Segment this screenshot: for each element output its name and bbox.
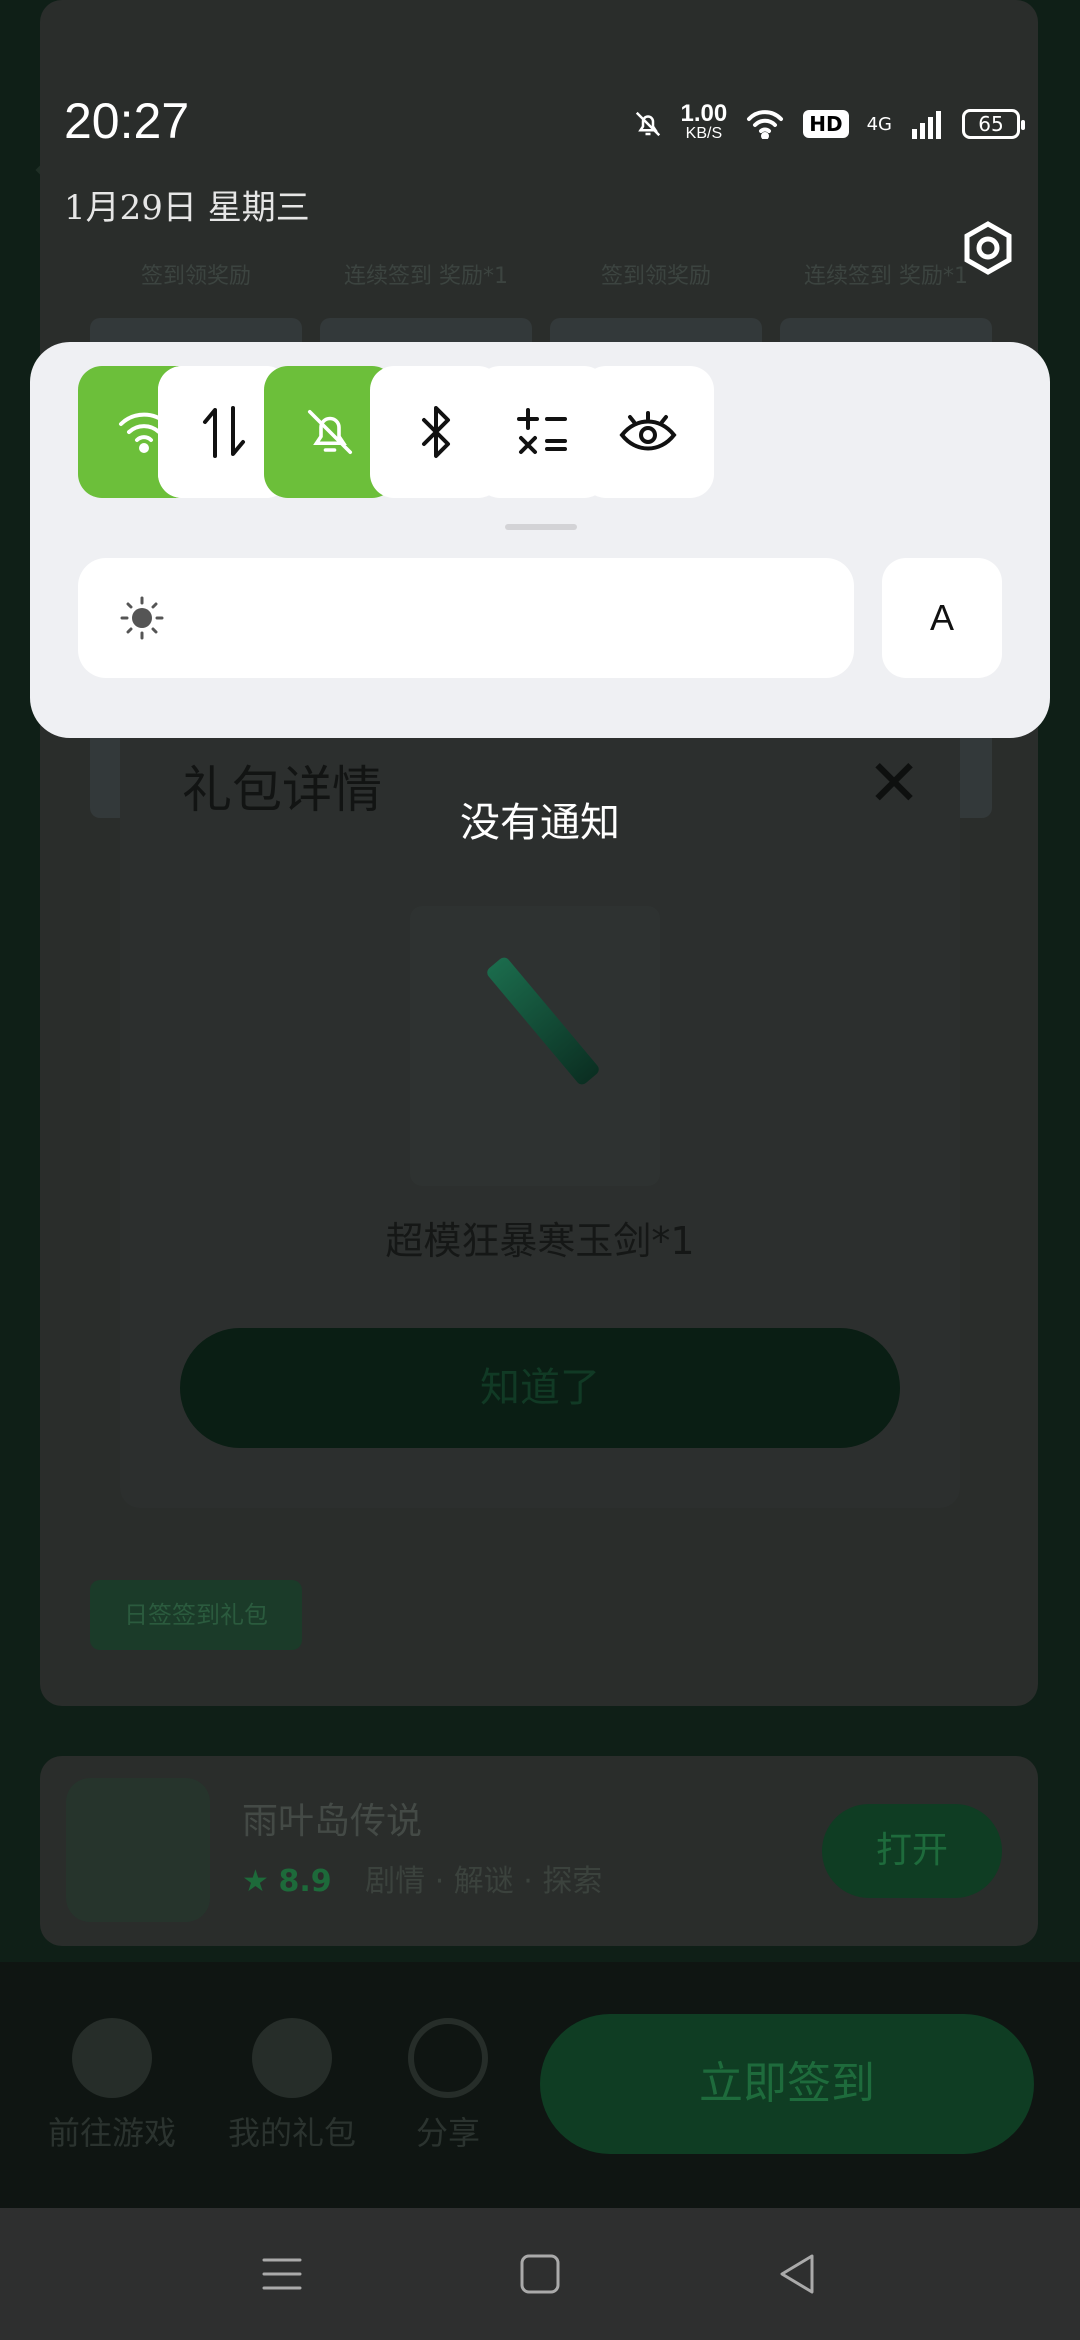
daily-gift-button: 日签签到礼包 bbox=[90, 1580, 302, 1650]
date: 1月29日 星期三 bbox=[64, 188, 310, 228]
bell-off-icon bbox=[635, 111, 660, 137]
calculator-icon bbox=[517, 408, 567, 454]
gift-item-image bbox=[410, 906, 660, 1186]
eye-icon bbox=[619, 411, 677, 451]
sword-icon bbox=[484, 955, 602, 1087]
background-app: 签到领奖励 连续签到 奖励*1 签到领奖励 连续签到 奖励*1 日签签到礼包 雨… bbox=[0, 0, 1080, 2210]
battery-icon: 65 bbox=[962, 109, 1025, 139]
wifi-signal-icon bbox=[747, 110, 784, 139]
status-icons: 1.00 KB/S HD 4G 65 bbox=[633, 100, 1025, 144]
bell-off-icon bbox=[307, 409, 353, 455]
reward-tile-label: 连续签到 奖励*1 bbox=[344, 264, 508, 289]
brightness-slider[interactable] bbox=[78, 558, 854, 678]
back-icon[interactable] bbox=[772, 2248, 824, 2300]
clock: 20:27 bbox=[64, 93, 190, 149]
screen: { "status_bar": { "time": "20:27", "date… bbox=[0, 0, 1080, 2340]
brightness-sun-icon bbox=[120, 596, 164, 640]
gift-confirm-button: 知道了 bbox=[180, 1328, 900, 1448]
gift-avatar-icon bbox=[252, 2018, 332, 2098]
navigation-bar bbox=[0, 2208, 1080, 2340]
home-icon[interactable] bbox=[514, 2248, 566, 2300]
reward-tile-label: 签到领奖励 bbox=[140, 264, 251, 289]
recent-apps-icon[interactable] bbox=[256, 2248, 308, 2300]
game-icon bbox=[66, 1778, 210, 1922]
auto-brightness-button[interactable]: A bbox=[882, 558, 1002, 678]
star-icon: ★ bbox=[242, 1864, 269, 1899]
bluetooth-icon bbox=[422, 406, 450, 458]
game-tags: 剧情 · 解谜 · 探索 bbox=[365, 1864, 603, 1899]
share-icon bbox=[408, 2018, 488, 2098]
net-speed-unit: KB/S bbox=[685, 125, 723, 142]
share-item: 分享 bbox=[408, 2018, 488, 2154]
my-gifts-label: 我的礼包 bbox=[228, 2114, 357, 2152]
app-bottom-bar: 前往游戏 我的礼包 分享 立即签到 bbox=[0, 1962, 1080, 2210]
my-gifts-item: 我的礼包 bbox=[228, 2018, 356, 2154]
share-label: 分享 bbox=[415, 2114, 480, 2152]
sign-in-button: 立即签到 bbox=[540, 2014, 1034, 2154]
status-bar: 20:27 1月29日 星期三 1.00 KB/S HD 4G 65 bbox=[0, 0, 1080, 275]
data-transfer-icon bbox=[203, 406, 245, 458]
quick-settings-panel: A bbox=[30, 342, 1050, 738]
game-meta: ★ 8.9 剧情 · 解谜 · 探索 bbox=[242, 1856, 602, 1900]
go-game-label: 前往游戏 bbox=[48, 2114, 177, 2152]
settings-gear-icon[interactable] bbox=[958, 218, 1018, 278]
net-speed-value: 1.00 bbox=[680, 100, 728, 127]
reward-tile-label: 签到领奖励 bbox=[600, 264, 711, 289]
hd-badge: HD bbox=[803, 110, 849, 138]
game-avatar-icon bbox=[72, 2018, 152, 2098]
gift-item-name: 超模狂暴寒玉剑*1 bbox=[385, 1219, 695, 1263]
open-game-button: 打开 bbox=[822, 1804, 1002, 1898]
network-type: 4G bbox=[866, 113, 892, 135]
daily-gift-label: 日签签到礼包 bbox=[124, 1601, 268, 1629]
game-rating: 8.9 bbox=[278, 1864, 332, 1899]
game-card: 雨叶岛传说 ★ 8.9 剧情 · 解谜 · 探索 打开 bbox=[40, 1756, 1038, 1946]
no-notifications-text: 没有通知 bbox=[460, 800, 620, 846]
game-title: 雨叶岛传说 bbox=[242, 1801, 423, 1842]
cell-signal-icon bbox=[912, 111, 941, 139]
net-speed: 1.00 KB/S bbox=[680, 100, 728, 144]
go-game-item: 前往游戏 bbox=[48, 2018, 176, 2154]
eye-comfort-toggle[interactable] bbox=[582, 366, 714, 498]
panel-drag-handle[interactable] bbox=[505, 524, 577, 530]
